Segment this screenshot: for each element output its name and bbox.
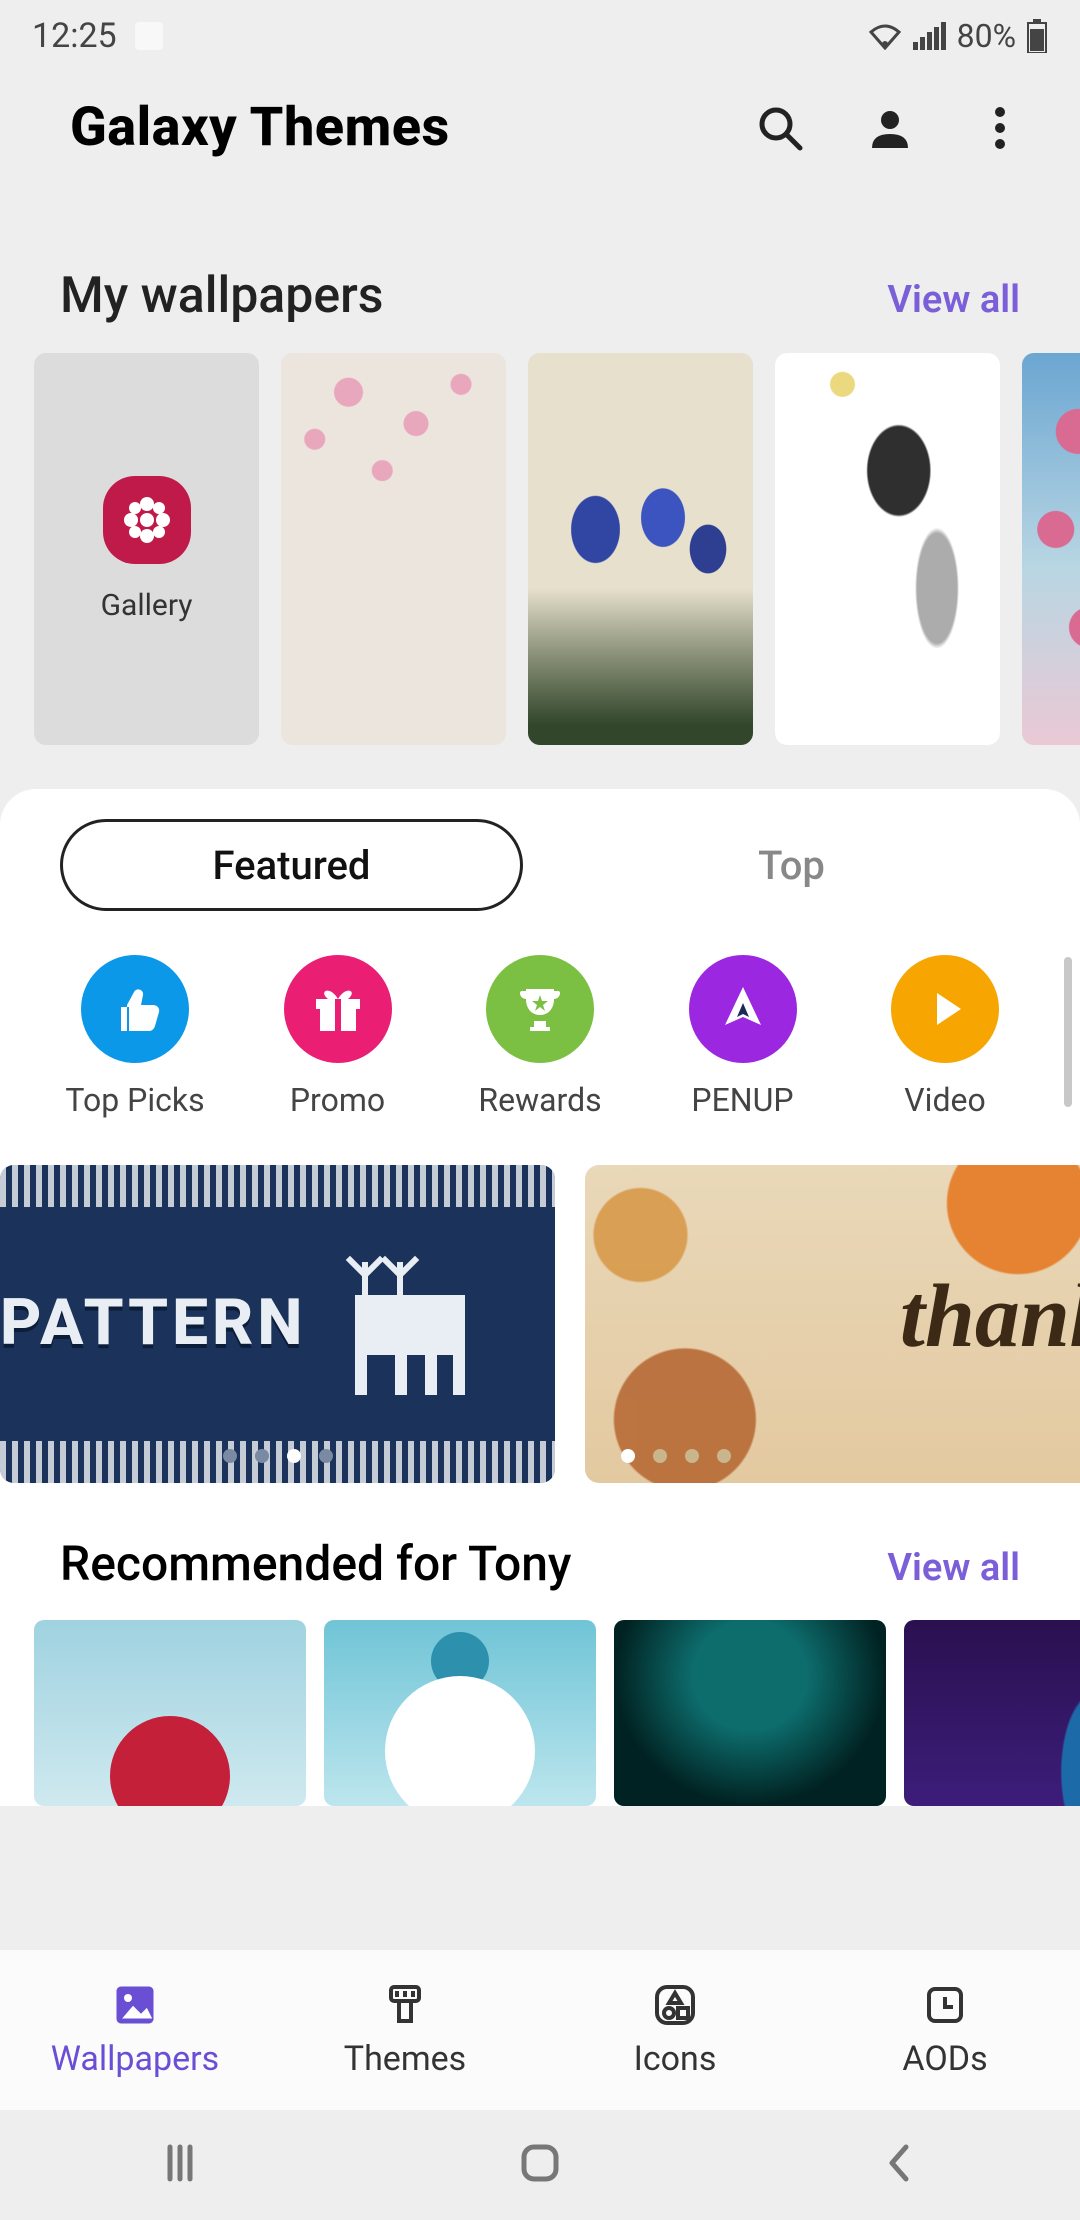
wallpaper-thumb[interactable] [775,353,1000,745]
scroll-indicator [1064,957,1072,1107]
gallery-card[interactable]: Gallery [34,353,259,745]
banner-title: thanks [900,1265,1080,1368]
quick-rewards[interactable]: Rewards [445,955,635,1119]
gallery-label: Gallery [101,588,193,623]
more-vert-icon [994,106,1006,150]
tab-aods[interactable]: AODs [810,1950,1080,2110]
banner-dots [621,1449,731,1463]
tab-label: Themes [344,2039,466,2079]
signal-icon [913,22,947,50]
tab-themes[interactable]: Themes [270,1950,540,2110]
my-wallpapers-title: My wallpapers [60,267,384,325]
person-icon [868,106,912,150]
recommended-item[interactable] [904,1620,1080,1806]
status-right: 80% [867,17,1048,55]
tab-icons[interactable]: Icons [540,1950,810,2110]
tab-featured[interactable]: Featured [60,819,523,911]
search-button[interactable] [756,104,804,152]
banner-dots [223,1449,333,1463]
recommended-item[interactable] [34,1620,306,1806]
wallpaper-image [775,353,1000,745]
wallpaper-image [281,353,506,745]
wifi-icon [867,22,903,50]
gift-icon [284,955,392,1063]
quick-promo[interactable]: Promo [243,955,433,1119]
recommended-view-all[interactable]: View all [887,1546,1020,1590]
wallpaper-thumb[interactable] [281,353,506,745]
home-icon [514,2137,566,2189]
quick-label: Top Picks [65,1081,204,1119]
themes-icon [381,1981,429,2029]
quick-links-row[interactable]: Top Picks Promo Rewards PENUP Video [0,911,1080,1145]
content-card: Featured Top Top Picks Promo Rewards P [0,789,1080,1806]
tab-top[interactable]: Top [563,819,1020,911]
search-icon [756,104,804,152]
quick-label: Video [904,1081,985,1119]
more-button[interactable] [976,104,1024,152]
thumbs-up-icon [81,955,189,1063]
system-nav-bar [0,2110,1080,2220]
wallpaper-image [1022,353,1080,745]
quick-label: PENUP [691,1081,793,1119]
battery-icon [1026,19,1048,53]
banner-title: PATTERN [0,1285,307,1360]
banner-carousel[interactable]: PATTERN thanks [0,1145,1080,1483]
tab-label: AODs [902,2039,987,2079]
back-button[interactable] [874,2137,926,2193]
quick-label: Rewards [478,1081,601,1119]
wallpaper-thumb[interactable] [1022,353,1080,745]
trophy-icon [486,955,594,1063]
tab-wallpapers[interactable]: Wallpapers [0,1950,270,2110]
status-time: 12:25 [32,16,117,56]
quick-video[interactable]: Video [850,955,1040,1119]
wallpaper-thumb[interactable] [528,353,753,745]
recents-icon [154,2137,206,2189]
recommended-row[interactable] [0,1620,1080,1806]
app-bar: Galaxy Themes [0,72,1080,183]
wallpaper-image [528,353,753,745]
aods-icon [921,1981,969,2029]
home-button[interactable] [514,2137,566,2193]
wallpapers-icon [111,1981,159,2029]
battery-percentage: 80% [957,17,1016,55]
recommended-item[interactable] [614,1620,886,1806]
status-notification-icon [135,22,163,50]
my-wallpapers-view-all[interactable]: View all [887,278,1020,322]
gallery-icon [103,476,191,564]
quick-label: Promo [290,1081,385,1119]
play-icon [891,955,999,1063]
deer-icon [325,1245,495,1415]
my-wallpapers-row[interactable]: Gallery [0,353,1080,745]
tab-label: Icons [634,2039,717,2079]
banner-thanks[interactable]: thanks [585,1165,1080,1483]
recommended-title: Recommended for Tony [60,1535,571,1592]
icons-icon [651,1981,699,2029]
quick-penup[interactable]: PENUP [648,955,838,1119]
quick-top-picks[interactable]: Top Picks [40,955,230,1119]
penup-icon [689,955,797,1063]
account-button[interactable] [866,104,914,152]
recents-button[interactable] [154,2137,206,2193]
banner-pattern[interactable]: PATTERN [0,1165,555,1483]
back-icon [874,2137,926,2189]
tab-label: Wallpapers [51,2039,219,2079]
recommended-item[interactable] [324,1620,596,1806]
app-title: Galaxy Themes [70,96,450,159]
status-bar: 12:25 80% [0,0,1080,72]
bottom-tab-bar: Wallpapers Themes Icons AODs [0,1950,1080,2110]
